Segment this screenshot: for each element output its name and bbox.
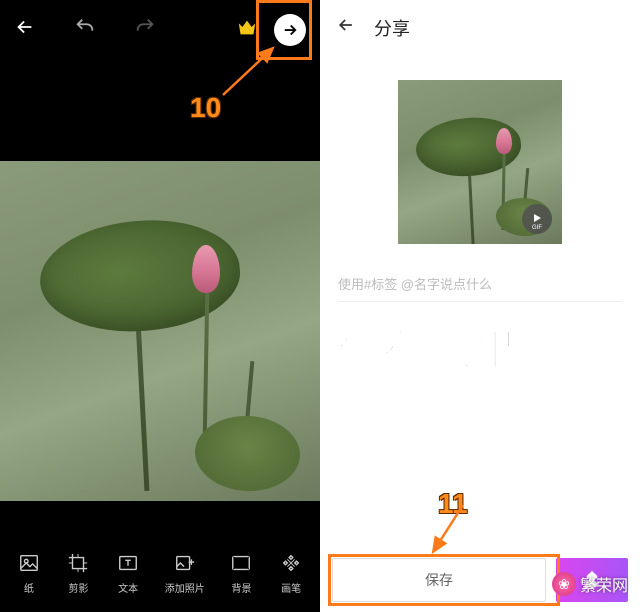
caption-input[interactable]: 使用#标签 @名字说点什么 [338, 274, 622, 302]
image-icon [16, 550, 42, 576]
thumbnail-area: GIF [320, 56, 640, 260]
share-top-bar: 分享 [320, 0, 640, 56]
back-icon[interactable] [336, 15, 356, 41]
add-photo-tool[interactable]: 添加照片 [165, 550, 205, 595]
edited-image [0, 161, 320, 501]
crop-tool[interactable]: 剪影 [65, 550, 91, 595]
watermark: ❀ 繁荣网 [546, 570, 634, 598]
brush-tool[interactable]: 画笔 [278, 550, 304, 595]
add-photo-icon [172, 550, 198, 576]
editor-canvas[interactable] [0, 60, 320, 532]
text-tool[interactable]: 文本 [115, 550, 141, 595]
tool-label: 纸 [24, 580, 34, 595]
redo-icon[interactable] [134, 16, 156, 44]
background-tool[interactable]: 背景 [228, 550, 254, 595]
share-panel: 分享 GIF 使用#标签 @名字说点什么 保存效果图 保存 [320, 0, 640, 612]
gif-label: GIF [532, 225, 542, 231]
premium-crown-icon[interactable] [236, 17, 258, 43]
tool-label: 画笔 [281, 580, 301, 595]
background-icon [228, 550, 254, 576]
editor-top-bar [0, 0, 320, 60]
result-thumbnail[interactable]: GIF [398, 80, 562, 244]
text-icon [115, 550, 141, 576]
editor-panel: 纸 剪影 文本 添加照片 背景 画笔 [0, 0, 320, 612]
editor-bottom-toolbar: 纸 剪影 文本 添加照片 背景 画笔 [0, 532, 320, 612]
tool-label: 添加照片 [165, 580, 205, 595]
overlay-caption: 保存效果图 [320, 302, 640, 378]
gif-play-badge[interactable]: GIF [522, 204, 552, 234]
watermark-logo-icon: ❀ [552, 572, 576, 596]
tool-label: 背景 [231, 580, 251, 595]
tool-label: 剪影 [68, 580, 88, 595]
tool-label: 文本 [118, 580, 138, 595]
save-button[interactable]: 保存 [332, 558, 546, 602]
undo-icon[interactable] [74, 16, 96, 44]
save-label: 保存 [425, 570, 453, 590]
brush-icon [278, 550, 304, 576]
crop-icon [65, 550, 91, 576]
wallpaper-tool[interactable]: 纸 [16, 550, 42, 595]
watermark-text: 繁荣网 [580, 572, 628, 596]
page-title: 分享 [374, 15, 410, 41]
back-icon[interactable] [14, 16, 36, 44]
next-button[interactable] [274, 14, 306, 46]
